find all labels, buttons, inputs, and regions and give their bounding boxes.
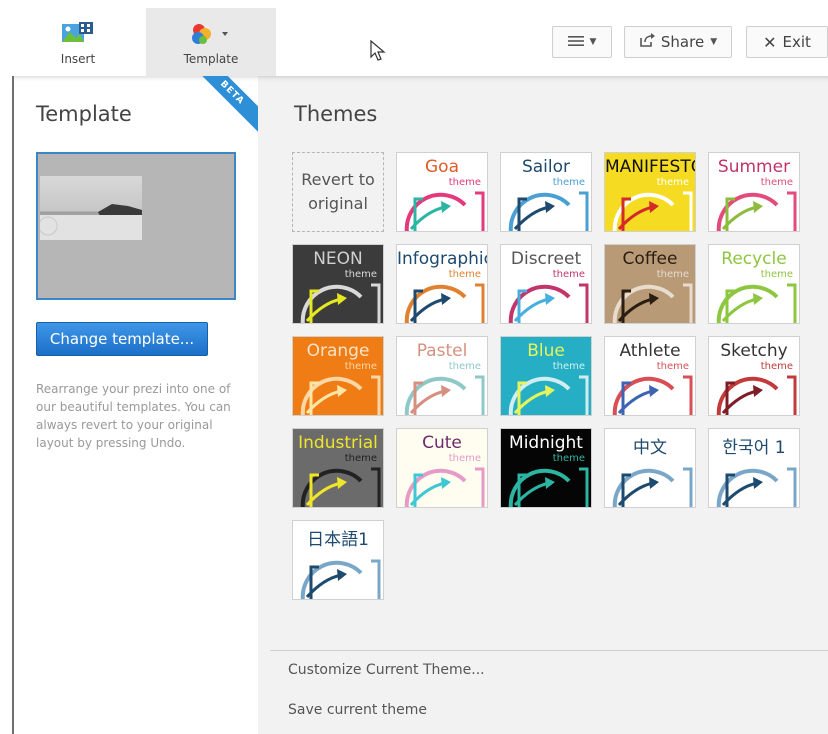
theme-tile[interactable]: Midnight theme [500, 428, 592, 508]
theme-name: 日本語1 [307, 530, 369, 550]
theme-tile[interactable]: Orange theme [292, 336, 384, 416]
preview-thumbnail [40, 176, 142, 240]
theme-name: Recycle [721, 249, 787, 269]
save-theme-link[interactable]: Save current theme [288, 702, 427, 718]
themes-title: Themes [294, 102, 378, 126]
close-icon: ✕ [763, 32, 777, 52]
panel-title: Template [36, 102, 132, 126]
chevron-down-icon: ▼ [589, 37, 597, 47]
theme-subtitle: theme [448, 453, 481, 464]
theme-name: Cute [422, 433, 462, 453]
theme-tile[interactable]: Infographic theme [396, 244, 488, 324]
theme-name: Summer [717, 157, 791, 177]
theme-tile[interactable]: Goa theme [396, 152, 488, 232]
beta-badge: BETA [198, 76, 258, 136]
hamburger-icon [567, 33, 584, 51]
share-button[interactable]: Share ▼ [624, 26, 732, 58]
theme-name: Sailor [521, 157, 571, 177]
theme-subtitle: theme [344, 361, 377, 372]
theme-name: Coffee [622, 249, 678, 269]
menu-button[interactable]: ▼ [552, 26, 612, 58]
current-template-preview[interactable] [36, 152, 236, 300]
change-template-button[interactable]: Change template... [36, 322, 208, 356]
theme-tile[interactable]: MANIFESTO theme [604, 152, 696, 232]
insert-button[interactable]: Insert [24, 8, 132, 76]
theme-subtitle: theme [552, 269, 585, 280]
theme-subtitle: theme [448, 361, 481, 372]
theme-name: Pastel [416, 341, 468, 361]
theme-subtitle: theme [552, 177, 585, 188]
theme-tile[interactable]: Sketchy theme [708, 336, 800, 416]
theme-subtitle: theme [344, 269, 377, 280]
theme-subtitle: theme [656, 269, 689, 280]
theme-subtitle: theme [552, 361, 585, 372]
template-button[interactable]: Template [146, 8, 276, 76]
theme-name: Sketchy [720, 341, 788, 361]
theme-name: Orange [306, 341, 370, 361]
theme-subtitle: theme [760, 361, 793, 372]
insert-label: Insert [60, 52, 96, 66]
share-icon [639, 33, 655, 51]
revert-to-original-button[interactable]: Revert to original [292, 152, 384, 232]
help-text: Rearrange your prezi into one of our bea… [36, 382, 231, 450]
mouse-pointer-icon [370, 39, 386, 66]
theme-tile[interactable]: Blue theme [500, 336, 592, 416]
theme-name: Blue [527, 341, 565, 361]
theme-name: 한국어 1 [722, 438, 786, 458]
theme-tile[interactable]: Cute theme [396, 428, 488, 508]
theme-subtitle: theme [760, 269, 793, 280]
theme-tile[interactable]: Athlete theme [604, 336, 696, 416]
theme-subtitle: theme [448, 269, 481, 280]
theme-tile[interactable]: Recycle theme [708, 244, 800, 324]
insert-image-icon [61, 22, 95, 47]
theme-tile[interactable]: Industrial theme [292, 428, 384, 508]
theme-name: NEON [313, 249, 363, 269]
theme-tile[interactable]: Summer theme [708, 152, 800, 232]
theme-name: Industrial [298, 433, 378, 453]
theme-subtitle: theme [760, 177, 793, 188]
exit-label: Exit [782, 33, 811, 51]
divider [270, 650, 828, 651]
theme-name: 中文 [633, 438, 667, 458]
theme-name: Athlete [619, 341, 681, 361]
exit-button[interactable]: ✕ Exit [746, 26, 828, 58]
share-label: Share [660, 33, 705, 51]
theme-tile[interactable]: 한국어 1 [708, 428, 800, 508]
theme-tile[interactable]: 日本語1 [292, 520, 384, 600]
top-toolbar: Insert Template ▼ Share ▼ ✕ Exit [12, 8, 828, 76]
theme-name: MANIFESTO [605, 157, 696, 177]
template-colors-icon [189, 22, 233, 49]
theme-tile[interactable]: Pastel theme [396, 336, 488, 416]
theme-subtitle: theme [344, 453, 377, 464]
theme-subtitle: theme [448, 177, 481, 188]
beta-label: BETA [198, 76, 258, 134]
share-chevron-down-icon: ▼ [710, 37, 718, 47]
revert-line-1: Revert to [301, 170, 375, 189]
themes-panel: Themes Revert to original Goa theme Sailor… [258, 76, 828, 734]
theme-tile[interactable]: Sailor theme [500, 152, 592, 232]
theme-tile[interactable]: Discreet theme [500, 244, 592, 324]
theme-tile[interactable]: NEON theme [292, 244, 384, 324]
theme-name: Infographic [397, 249, 488, 269]
theme-subtitle: theme [656, 361, 689, 372]
theme-tile[interactable]: Coffee theme [604, 244, 696, 324]
theme-name: Discreet [510, 249, 582, 269]
revert-line-2: original [308, 194, 368, 213]
customize-theme-link[interactable]: Customize Current Theme... [288, 662, 485, 678]
theme-subtitle: theme [656, 177, 689, 188]
theme-name: Midnight [509, 433, 583, 453]
theme-tile[interactable]: 中文 [604, 428, 696, 508]
theme-name: Goa [425, 157, 459, 177]
template-label: Template [183, 52, 239, 66]
theme-subtitle: theme [552, 453, 585, 464]
template-panel: Template BETA Change template... Rearran… [12, 76, 258, 734]
